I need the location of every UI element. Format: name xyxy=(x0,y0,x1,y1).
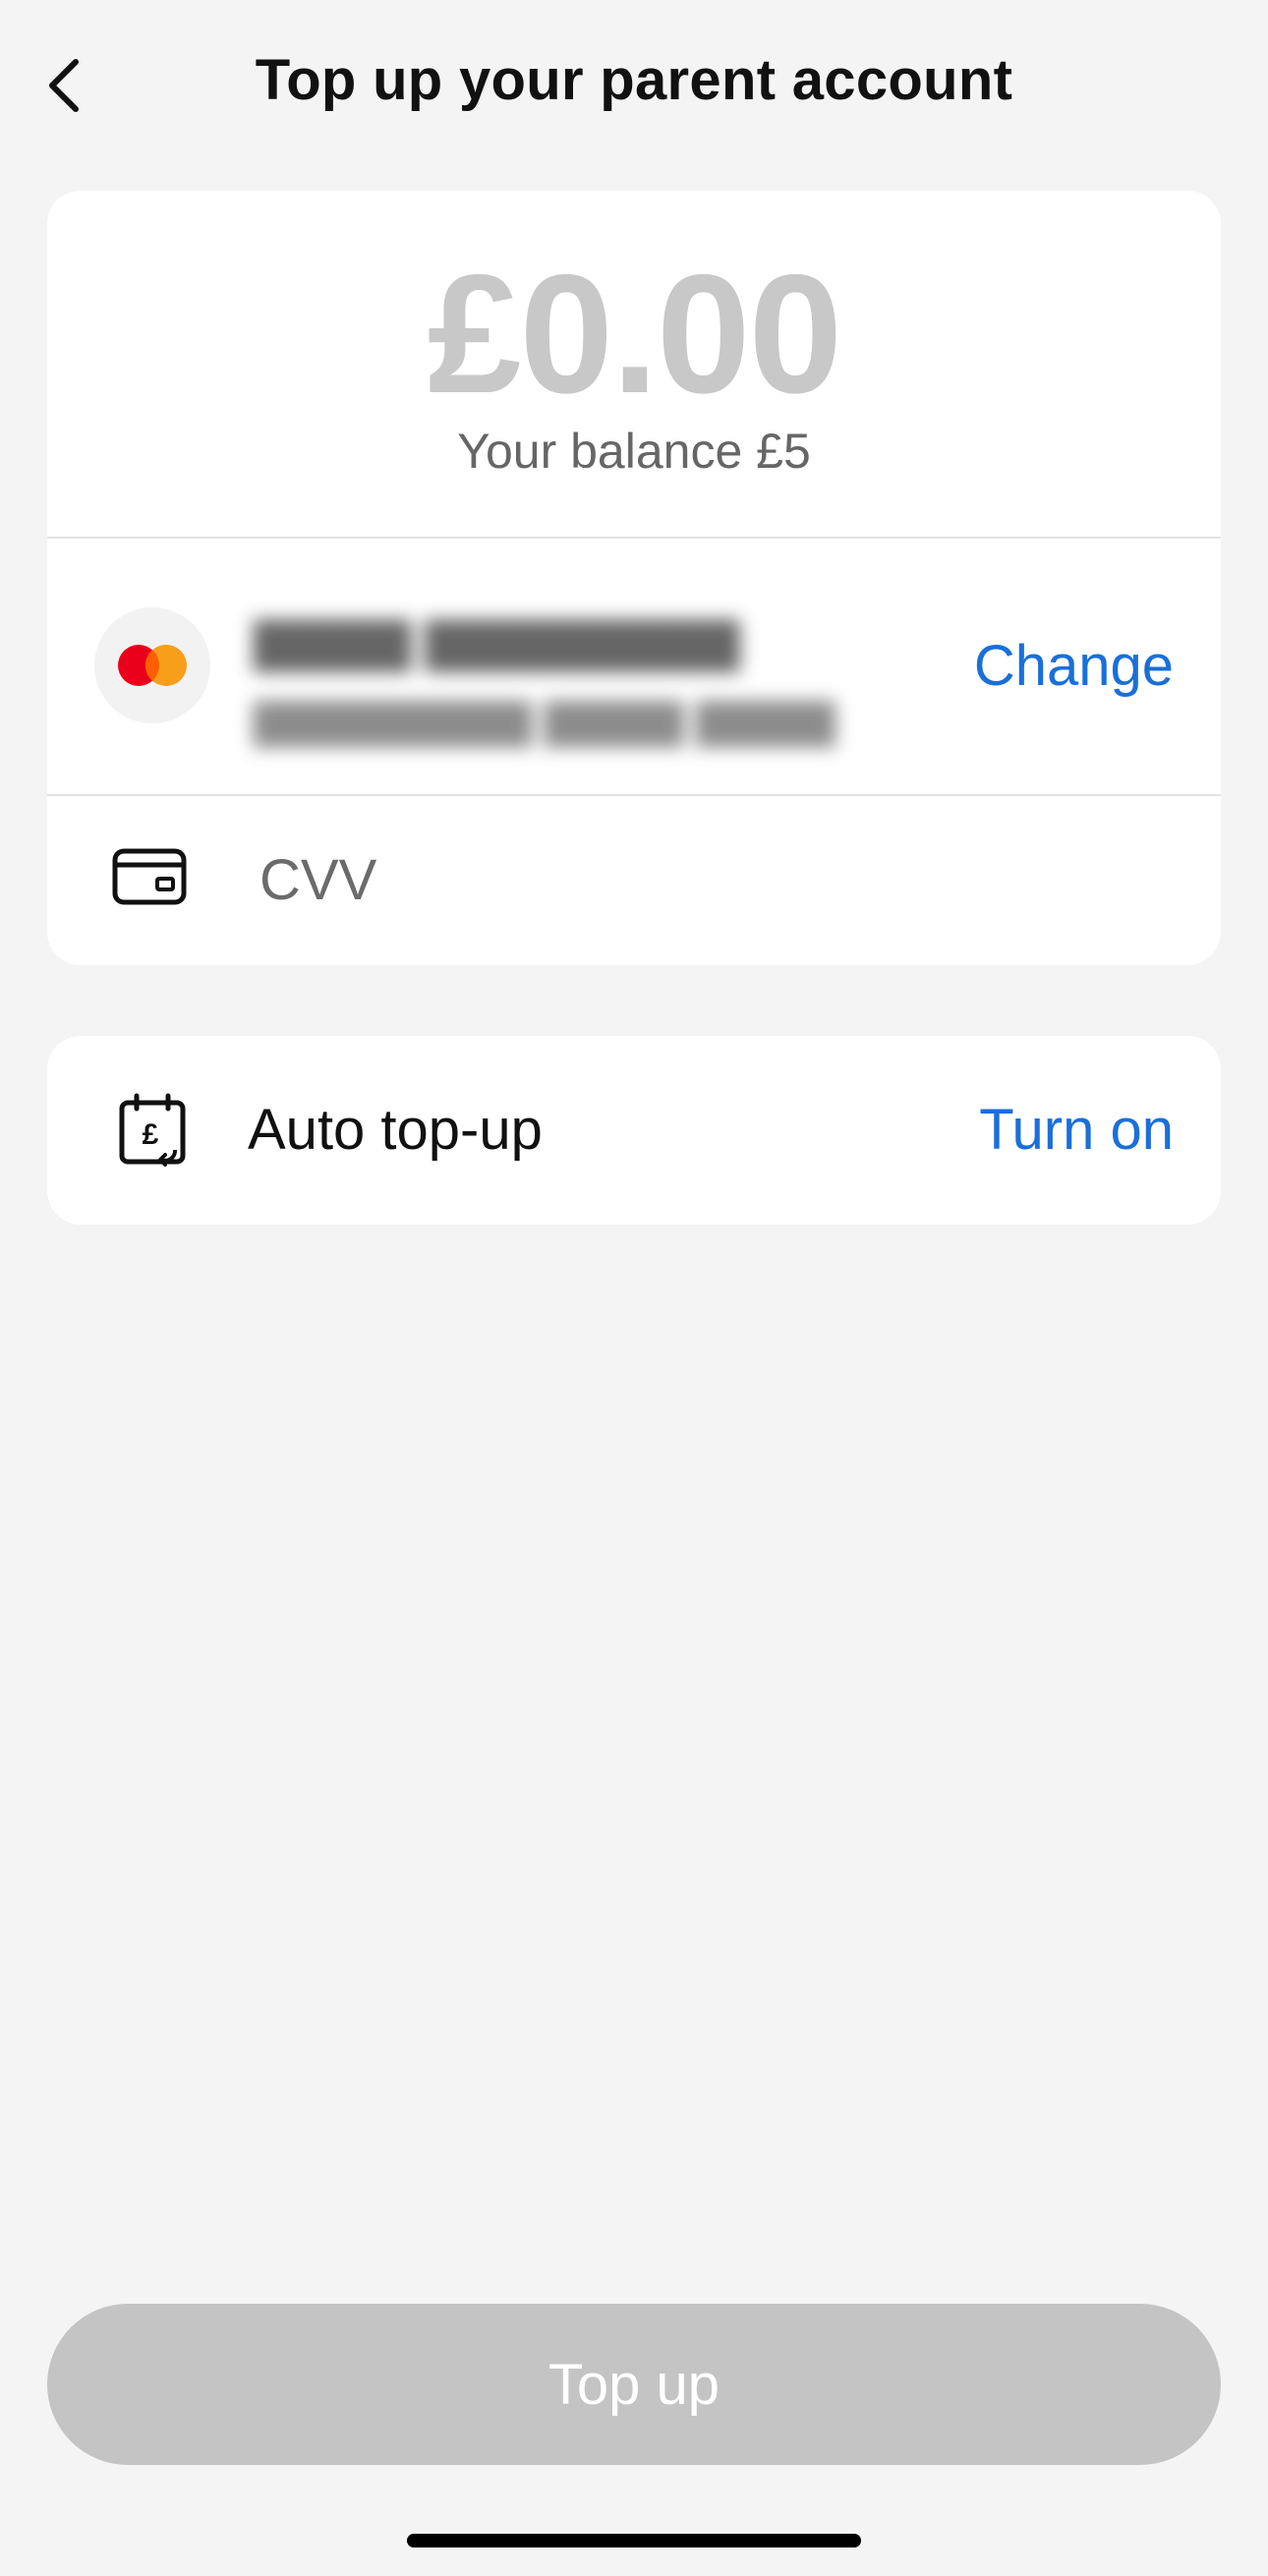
card-details-redacted: ▇▇▇▇ ▇▇▇▇▇▇▇▇ ▇▇▇▇▇▇▇▇ ▇▇▇▇ ▇▇▇▇ xyxy=(254,614,836,746)
payment-method-row: ▇▇▇▇ ▇▇▇▇▇▇▇▇ ▇▇▇▇▇▇▇▇ ▇▇▇▇ ▇▇▇▇ Change xyxy=(47,539,1221,796)
card-brand-badge xyxy=(94,607,210,723)
top-up-button[interactable]: Top up xyxy=(47,2304,1221,2465)
svg-text:£: £ xyxy=(143,1118,159,1151)
auto-topup-label: Auto top-up xyxy=(248,1098,543,1162)
payment-card-panel: £0.00 Your balance £5 ▇▇▇▇ ▇▇▇▇▇▇▇▇ ▇▇▇▇… xyxy=(47,191,1221,965)
amount-section[interactable]: £0.00 Your balance £5 xyxy=(47,191,1221,539)
balance-text: Your balance £5 xyxy=(457,424,811,479)
calendar-pound-icon: £ xyxy=(119,1093,186,1167)
header: Top up your parent account xyxy=(0,0,1268,167)
cvv-input[interactable] xyxy=(259,826,1144,934)
page-title: Top up your parent account xyxy=(255,48,1013,112)
auto-topup-card: £ Auto top-up Turn on xyxy=(47,1036,1221,1225)
mastercard-icon xyxy=(118,645,187,686)
card-icon xyxy=(112,848,187,905)
amount-value[interactable]: £0.00 xyxy=(47,241,1221,428)
change-card-link[interactable]: Change xyxy=(974,633,1174,699)
cvv-row xyxy=(47,796,1221,965)
turn-on-auto-topup-link[interactable]: Turn on xyxy=(979,1097,1174,1163)
home-indicator xyxy=(407,2534,861,2547)
top-up-screen: Top up your parent account £0.00 Your ba… xyxy=(0,0,1268,2576)
